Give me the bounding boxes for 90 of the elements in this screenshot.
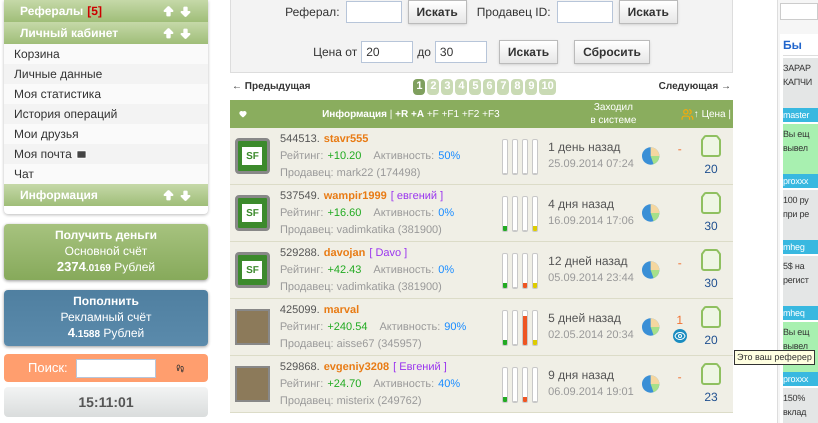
rating-value: +24.70 xyxy=(327,376,362,392)
user-id: 529288. xyxy=(280,246,320,260)
ad-author: mheq xyxy=(783,306,818,320)
rating-label: Рейтинг: xyxy=(280,376,324,392)
referral-count: [5] xyxy=(87,3,102,20)
user-id: 529868. xyxy=(280,360,320,374)
rating-label: Рейтинг: xyxy=(280,206,324,220)
rating-value: +42.43 xyxy=(327,262,362,278)
activity-value: 50% xyxy=(438,148,460,164)
field-label: до xyxy=(417,44,431,61)
last-seen: 1 день назад xyxy=(548,139,622,156)
field-label: Реферал: xyxy=(285,4,340,21)
price-value: 30 xyxy=(704,275,718,292)
seller-info: Продавец: misterix (249762) xyxy=(280,394,423,408)
activity-value: 0% xyxy=(438,206,454,220)
user-alias: [ Davo ] xyxy=(369,246,408,260)
last-seen-date: 16.09.2014 17:06 xyxy=(548,214,635,229)
ad-text: КАПЧИ xyxy=(783,76,813,89)
last-seen-date: 02.05.2014 20:34 xyxy=(548,328,635,343)
referral-count: 1 xyxy=(676,312,684,329)
price-value: 20 xyxy=(704,332,718,349)
ad-author: mheg xyxy=(783,240,818,254)
last-seen-date: 06.09.2014 19:01 xyxy=(548,385,635,400)
rating-label: Рейтинг: xyxy=(280,320,324,334)
field-label: Цена от xyxy=(313,44,358,61)
tooltip: Это ваш реферер xyxy=(734,350,815,365)
logo-avatar: SF xyxy=(235,252,270,288)
activity-value: 0% xyxy=(438,262,454,278)
clock: 15:11:01 xyxy=(4,387,208,417)
last-seen: 5 дней назад xyxy=(548,310,622,327)
card-title: Получить деньги xyxy=(54,227,158,243)
seller-info: Продавец: vadimkatika (381900) xyxy=(280,222,443,238)
card-title: Пополнить xyxy=(72,293,140,309)
ad-text: вклад xyxy=(783,406,808,419)
section-title: Рефералы xyxy=(20,3,84,20)
referral-count: - xyxy=(678,369,682,386)
last-seen: 9 дня назад xyxy=(548,367,615,384)
rating-value: +240.54 xyxy=(327,320,368,334)
rating-label: Рейтинг: xyxy=(280,148,324,164)
seller-info: Продавец: aisse67 (345957) xyxy=(280,336,423,352)
account-balance: 2374.0169 Рублей xyxy=(56,259,156,276)
user-alias: [ Евгений ] xyxy=(393,360,447,374)
field-label: Продавец ID: xyxy=(476,4,551,21)
rating-value: +10.20 xyxy=(327,148,362,164)
price-value: 20 xyxy=(704,161,718,178)
ad-author: proxxx xyxy=(783,372,818,386)
activity-value: 40% xyxy=(438,376,460,392)
rating-label: Рейтинг: xyxy=(280,262,324,278)
price-value: 23 xyxy=(704,389,718,406)
ad-text: при ре xyxy=(783,208,810,221)
referral-count: - xyxy=(678,255,682,272)
price-value: 30 xyxy=(704,218,718,235)
activity-label: Активность: xyxy=(373,148,434,164)
activity-label: Активность: xyxy=(373,262,434,278)
last-seen-date: 25.09.2014 07:24 xyxy=(548,157,635,172)
section-title: Личный кабинет xyxy=(20,25,118,42)
last-seen-date: 05.09.2014 23:44 xyxy=(548,271,635,286)
rating-value: +16.60 xyxy=(327,206,362,220)
ad-text: регист xyxy=(783,274,810,287)
activity-label: Активность: xyxy=(373,376,434,392)
ad-author: proxxx xyxy=(783,174,818,188)
user-alias: [ евгений ] xyxy=(390,188,444,204)
ad-text: ЗАРАР xyxy=(783,62,812,75)
ad-text: вывел xyxy=(783,142,809,155)
ad-text: Вы ещ xyxy=(783,326,810,339)
logo-avatar: SF xyxy=(235,138,270,174)
last-seen: 12 дней назад xyxy=(548,253,629,270)
seller-info: Продавец: vadimkatika (381900) xyxy=(280,280,443,294)
ad-text: Вы ещ xyxy=(783,128,810,141)
seller-info: Продавец: mark22 (174498) xyxy=(280,166,422,180)
logo-avatar: SF xyxy=(235,195,270,231)
search-label: Поиск: xyxy=(28,359,68,378)
activity-value: 90% xyxy=(444,320,466,334)
account-name: Рекламный счёт xyxy=(59,309,153,325)
ad-text: 150% xyxy=(783,392,806,405)
referral-count: - xyxy=(678,141,682,158)
user-id: 425099. xyxy=(280,302,320,318)
activity-label: Активность: xyxy=(373,206,434,220)
panel-heading: Бы xyxy=(783,34,818,56)
ad-text: вывел xyxy=(783,340,809,353)
section-title: Информация xyxy=(20,187,98,204)
last-seen: 4 дня назад xyxy=(548,196,615,213)
ad-text: 100 ру xyxy=(783,194,810,207)
activity-label: Активность: xyxy=(379,320,440,334)
user-id: 544513. xyxy=(280,132,320,146)
ad-text: 5$ на xyxy=(783,260,806,273)
account-balance: 4.1588 Рублей xyxy=(66,325,146,342)
user-id: 537549. xyxy=(280,188,320,204)
account-name: Основной счёт xyxy=(64,243,148,259)
ad-author: master xyxy=(783,108,818,122)
